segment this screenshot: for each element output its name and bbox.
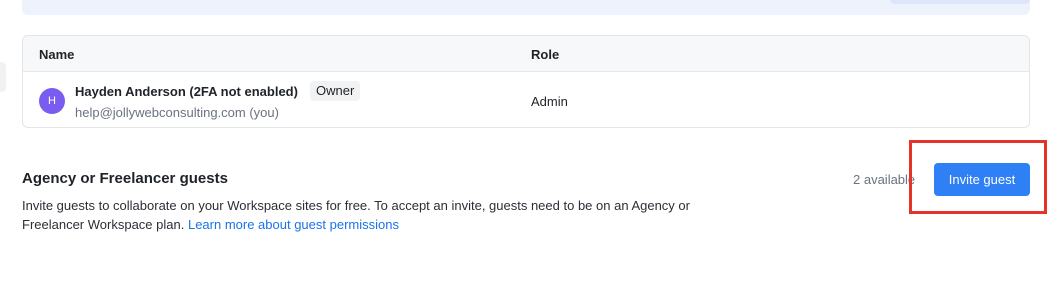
members-table: Name Role H Hayden Anderson (2FA not ena… bbox=[22, 35, 1030, 128]
owner-badge: Owner bbox=[310, 81, 361, 101]
top-banner-button[interactable] bbox=[890, 0, 1030, 4]
guests-title: Agency or Freelancer guests bbox=[22, 170, 228, 187]
table-row: H Hayden Anderson (2FA not enabled) Owne… bbox=[23, 72, 1029, 127]
invite-guest-button[interactable]: Invite guest bbox=[934, 163, 1030, 196]
member-name: Hayden Anderson (2FA not enabled) bbox=[75, 84, 298, 99]
side-panel-edge bbox=[0, 62, 6, 92]
column-header-name: Name bbox=[39, 47, 75, 62]
table-header: Name Role bbox=[23, 36, 1029, 72]
member-email: help@jollywebconsulting.com (you) bbox=[75, 105, 279, 120]
column-header-role: Role bbox=[531, 47, 560, 62]
available-count: 2 available bbox=[853, 172, 916, 187]
member-role: Admin bbox=[531, 94, 568, 109]
guests-description: Invite guests to collaborate on your Wor… bbox=[22, 196, 692, 234]
avatar: H bbox=[39, 88, 65, 114]
guest-permissions-link[interactable]: Learn more about guest permissions bbox=[188, 217, 399, 232]
top-banner bbox=[22, 0, 1030, 15]
